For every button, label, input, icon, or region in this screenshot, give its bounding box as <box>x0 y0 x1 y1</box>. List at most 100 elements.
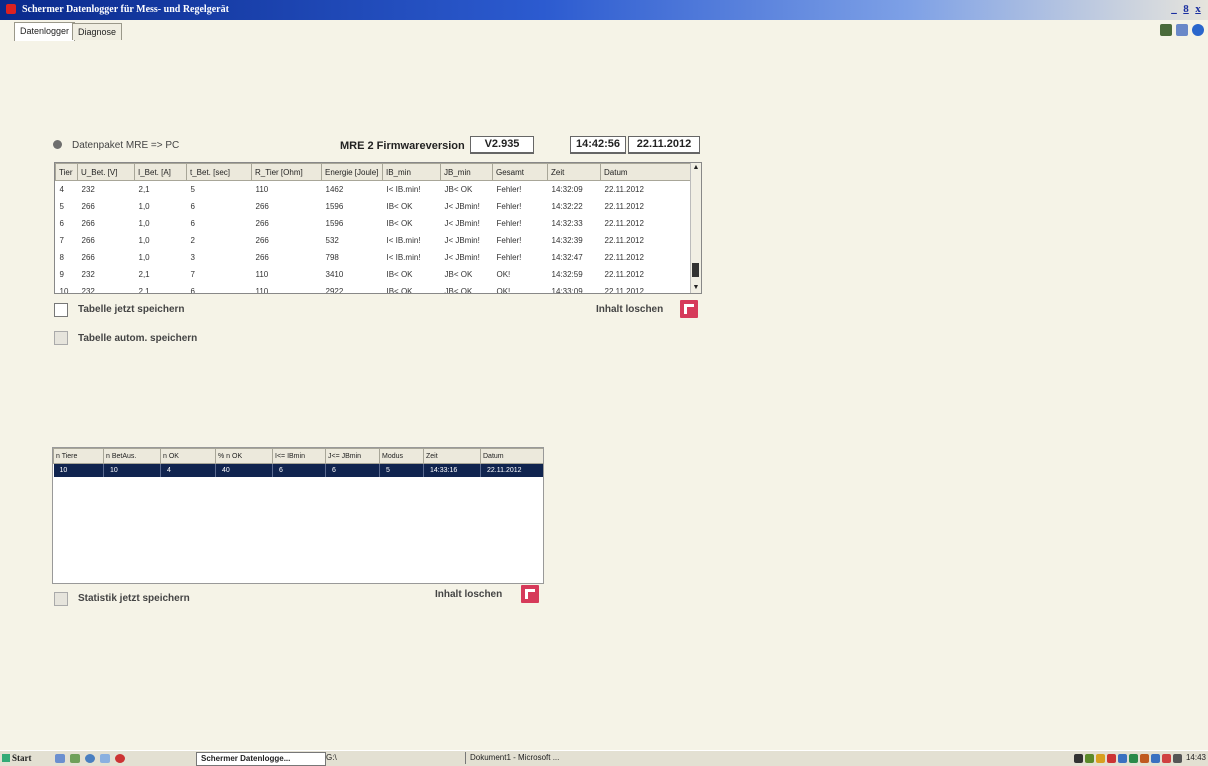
col-header[interactable]: Zeit <box>423 448 481 464</box>
clear-statistics-button[interactable] <box>521 585 539 603</box>
tab-diagnose[interactable]: Diagnose <box>72 23 123 40</box>
app-icon <box>6 4 16 14</box>
table-cell: IB< OK <box>386 202 413 211</box>
table-cell: 6 <box>190 287 195 294</box>
minimize-button[interactable]: _ <box>1168 3 1180 15</box>
save-table-now-checkbox[interactable] <box>54 303 68 317</box>
table-row[interactable]: 5 266 1,0 6 266 1596 IB< OK J< JBmin! Fehler! 14:… <box>56 198 692 215</box>
col-header[interactable]: Tier <box>55 163 78 181</box>
task-word[interactable]: Dokument1 - Microsoft ... <box>465 752 614 764</box>
print-icon[interactable] <box>1160 24 1172 36</box>
col-header[interactable]: U_Bet. [V] <box>77 163 135 181</box>
col-header[interactable]: Gesamt <box>492 163 548 181</box>
refresh-icon[interactable] <box>1176 24 1188 36</box>
table-cell: 14:32:47 <box>551 253 583 262</box>
table-cell: 5 <box>59 202 64 211</box>
date-field: 22.11.2012 <box>628 136 700 154</box>
scroll-down-icon[interactable]: ▼ <box>691 283 701 293</box>
task-explorer[interactable]: G:\ <box>322 752 410 764</box>
status-dot-icon <box>53 140 62 149</box>
table-cell: 22.11.2012 <box>604 219 644 228</box>
table-cell: 22.11.2012 <box>604 253 644 262</box>
table-cell: 14:32:39 <box>551 236 583 245</box>
col-header[interactable]: R_Tier [Ohm] <box>251 163 322 181</box>
browser-icon[interactable] <box>85 754 95 763</box>
table-cell: 9 <box>59 270 64 279</box>
table-row[interactable]: 10 10 4 40 6 6 5 14:33:16 22.11.2012 <box>53 463 543 477</box>
table-row[interactable]: 8 266 1,0 3 266 798 I< IB.min! J< JBmin! Fehler!… <box>56 249 692 266</box>
save-statistics-checkbox[interactable] <box>54 592 68 606</box>
table-cell: 3410 <box>325 270 344 279</box>
table-row[interactable]: 6 266 1,0 6 266 1596 IB< OK J< JBmin! Fehler! 14:… <box>56 215 692 232</box>
col-header[interactable]: Modus <box>379 448 424 464</box>
table-cell: 232 <box>81 185 95 194</box>
table-cell: 6 <box>190 219 195 228</box>
col-header[interactable]: Energie [Joule] <box>321 163 383 181</box>
table-cell: J< JBmin! <box>444 253 480 262</box>
col-header[interactable]: I<= IBmin <box>272 448 326 464</box>
table-cell: 6 <box>190 202 195 211</box>
media-icon[interactable] <box>100 754 110 763</box>
col-header[interactable]: I_Bet. [A] <box>134 163 187 181</box>
col-header[interactable]: IB_min <box>382 163 441 181</box>
table-cell: 14:32:33 <box>551 219 583 228</box>
desktop-icon[interactable] <box>70 754 80 763</box>
save-table-now-label: Tabelle jetzt speichern <box>78 304 185 315</box>
table-row[interactable]: 7 266 1,0 2 266 532 I< IB.min! J< JBmin! Fehler!… <box>56 232 692 249</box>
table-cell: 22.11.2012 <box>604 202 644 211</box>
data-table[interactable]: Tier U_Bet. [V] I_Bet. [A] t_Bet. [sec] … <box>54 162 702 294</box>
maximize-button[interactable]: 8 <box>1180 3 1192 15</box>
table-cell: 266 <box>255 253 269 262</box>
clear-table-button[interactable] <box>680 300 698 318</box>
table-cell: 2 <box>190 236 195 245</box>
col-header[interactable]: t_Bet. [sec] <box>186 163 252 181</box>
col-header[interactable]: n OK <box>160 448 216 464</box>
table-cell: 2,1 <box>138 270 150 279</box>
window-title: Schermer Datenlogger für Mess- und Regel… <box>22 4 229 15</box>
table-cell: 2922 <box>325 287 344 294</box>
col-header[interactable]: JB_min <box>440 163 493 181</box>
col-header[interactable]: Datum <box>480 448 543 464</box>
scroll-thumb[interactable] <box>692 263 699 277</box>
table-cell: I< IB.min! <box>386 185 421 194</box>
task-datenlogger[interactable]: Schermer Datenlogge... <box>196 752 326 766</box>
table-row[interactable]: 9 232 2,1 7 110 3410 IB< OK JB< OK OK! 14:32:59 22… <box>56 266 692 283</box>
table-cell: 22.11.2012 <box>604 270 644 279</box>
table-row[interactable]: 4 232 2,1 5 110 1462 I< IB.min! JB< OK Fehler! 14… <box>56 181 692 199</box>
statistics-table[interactable]: n Tiere n BetAus. n OK % n OK I<= IBmin … <box>52 447 544 584</box>
quick-launch <box>55 754 185 764</box>
table-cell: 110 <box>255 287 269 294</box>
save-table-auto-checkbox[interactable] <box>54 331 68 345</box>
table-cell: J< JBmin! <box>444 236 480 245</box>
table-row[interactable]: 10 232 2,1 6 110 2922 IB< OK JB< OK OK! 14:33:09 2… <box>56 283 692 294</box>
table-cell: 6 <box>59 219 64 228</box>
save-statistics-label: Statistik jetzt speichern <box>78 593 190 604</box>
table-cell: Fehler! <box>496 202 522 211</box>
table-scrollbar[interactable]: ▲ ▼ <box>690 163 701 293</box>
col-header[interactable]: Datum <box>600 163 692 181</box>
close-button[interactable]: x <box>1192 3 1204 15</box>
col-header[interactable]: J<= JBmin <box>325 448 380 464</box>
table-cell: 266 <box>255 219 269 228</box>
table-cell: 14:32:59 <box>551 270 583 279</box>
help-icon[interactable] <box>1192 24 1204 36</box>
table-cell: 8 <box>59 253 64 262</box>
col-header[interactable]: n BetAus. <box>103 448 161 464</box>
start-button[interactable]: Start <box>2 753 32 763</box>
ie-icon[interactable] <box>55 754 65 763</box>
scroll-up-icon[interactable]: ▲ <box>691 163 701 173</box>
col-header[interactable]: % n OK <box>215 448 273 464</box>
col-header[interactable]: Zeit <box>547 163 601 181</box>
save-table-auto-label: Tabelle autom. speichern <box>78 333 198 344</box>
table-cell: 14:33:16 <box>423 463 481 477</box>
app-tray-icon[interactable] <box>115 754 125 763</box>
table-cell: 10 <box>103 463 161 477</box>
table-cell: 5 <box>190 185 195 194</box>
col-header[interactable]: n Tiere <box>53 448 104 464</box>
clear-table-label: Inhalt loschen <box>596 304 664 315</box>
time-field: 14:42:56 <box>570 136 626 154</box>
table-cell: 10 <box>59 287 69 294</box>
clear-statistics-label: Inhalt loschen <box>435 589 503 600</box>
table-cell: 1462 <box>325 185 344 194</box>
tab-datenlogger[interactable]: Datenlogger <box>14 22 76 41</box>
